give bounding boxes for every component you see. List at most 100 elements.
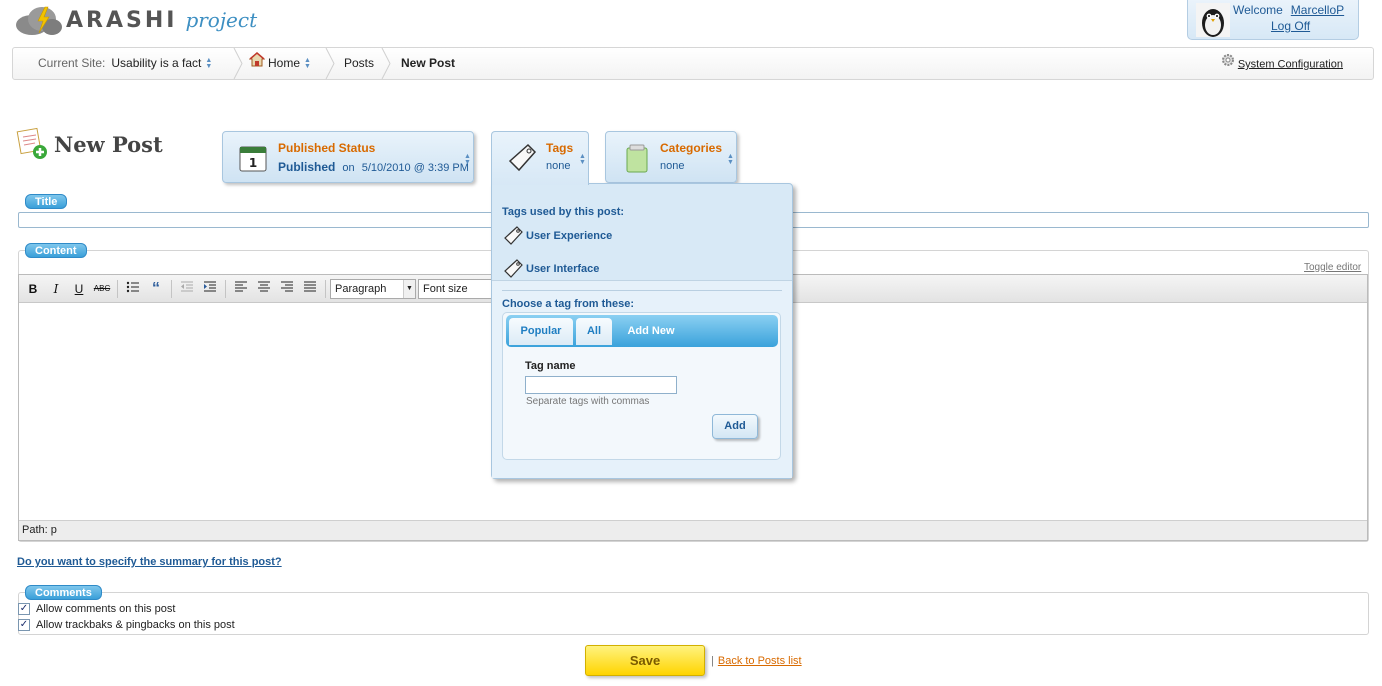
- breadcrumb-separator-icon: [381, 48, 391, 79]
- categories-value: none: [660, 160, 685, 172]
- underline-button[interactable]: U: [69, 280, 89, 298]
- tags-title: Tags: [546, 141, 574, 155]
- breadcrumb-posts[interactable]: Posts: [344, 48, 374, 79]
- fontsize-select[interactable]: Font size: [418, 279, 498, 299]
- tag-name-input[interactable]: [525, 376, 677, 394]
- cloud-logo-icon: [12, 3, 64, 37]
- fontsize-select-value: Font size: [423, 283, 468, 295]
- new-post-icon: [16, 126, 50, 163]
- tag-tabs-panel: Popular All Add New Tag name Separate ta…: [502, 312, 781, 460]
- back-link-group: | Back to Posts list: [711, 655, 802, 667]
- current-site-label: Current Site:: [38, 56, 106, 70]
- page-header: New Post: [16, 126, 163, 163]
- updown-arrows-icon: ▲ ▼: [579, 153, 586, 166]
- categories-box[interactable]: Categories none ▲ ▼: [605, 131, 737, 183]
- current-site-selector[interactable]: Current Site: Usability is a fact ▲ ▼: [38, 48, 213, 79]
- used-tag-item[interactable]: User Experience: [502, 225, 612, 247]
- bold-button[interactable]: B: [23, 280, 43, 298]
- tags-box[interactable]: Tags none ▲ ▼: [491, 131, 589, 185]
- welcome-label: Welcome: [1233, 3, 1283, 17]
- align-center-button[interactable]: [254, 280, 274, 298]
- align-left-button[interactable]: [231, 280, 251, 298]
- breadcrumb-home[interactable]: Home ▲ ▼: [248, 48, 311, 79]
- allow-comments-option[interactable]: ✓ Allow comments on this post: [18, 603, 175, 615]
- used-tags-heading: Tags used by this post:: [502, 206, 625, 218]
- align-right-button[interactable]: [277, 280, 297, 298]
- current-site-value: Usability is a fact: [111, 56, 202, 70]
- align-right-icon: [281, 281, 293, 292]
- app-logo[interactable]: ARASHI project: [12, 2, 257, 38]
- home-label: Home: [268, 56, 301, 70]
- tags-dropdown: Tags used by this post: User Experience …: [491, 183, 793, 479]
- logoff-link[interactable]: Log Off: [1271, 19, 1310, 33]
- logo-sub: project: [185, 8, 258, 32]
- toolbar-divider: [171, 280, 172, 298]
- allow-comments-checkbox[interactable]: ✓: [18, 603, 30, 615]
- folder-icon: [622, 142, 654, 174]
- indent-button[interactable]: [200, 280, 220, 298]
- allow-trackbacks-option[interactable]: ✓ Allow trackbaks & pingbacks on this po…: [18, 619, 235, 631]
- chevron-down-icon: ▼: [403, 280, 415, 298]
- tag-tabstrip: Popular All Add New: [506, 315, 778, 347]
- align-left-icon: [235, 281, 247, 292]
- status-on: on: [342, 162, 355, 174]
- tag-icon: [502, 225, 524, 247]
- bullet-list-button[interactable]: [123, 280, 143, 298]
- toggle-editor-link[interactable]: Toggle editor: [1304, 262, 1361, 273]
- updown-arrows-icon: ▲ ▼: [304, 56, 311, 70]
- gear-icon: [1221, 48, 1235, 81]
- tab-all[interactable]: All: [576, 318, 612, 345]
- blockquote-button[interactable]: “: [146, 280, 166, 298]
- choose-tag-heading: Choose a tag from these:: [502, 298, 635, 310]
- page-title: New Post: [54, 132, 163, 157]
- tag-icon: [502, 258, 524, 280]
- updown-arrows-icon: ▲ ▼: [464, 153, 471, 166]
- indent-icon: [204, 281, 216, 292]
- toolbar-divider: [325, 280, 326, 298]
- justify-icon: [304, 281, 316, 292]
- status-state: Published: [278, 160, 336, 174]
- breadcrumb-separator-icon: [325, 48, 335, 79]
- updown-arrows-icon: ▲ ▼: [205, 56, 213, 70]
- allow-trackbacks-checkbox[interactable]: ✓: [18, 619, 30, 631]
- add-tag-button[interactable]: Add: [712, 414, 758, 439]
- back-to-posts-link[interactable]: Back to Posts list: [718, 655, 802, 667]
- toolbar-divider: [117, 280, 118, 298]
- format-select[interactable]: Paragraph ▼: [330, 279, 416, 299]
- summary-link[interactable]: Do you want to specify the summary for t…: [17, 556, 282, 568]
- bullet-list-icon: [126, 281, 139, 293]
- used-tag-label: User Experience: [526, 230, 613, 242]
- svg-text:1: 1: [249, 156, 257, 170]
- categories-title: Categories: [660, 141, 723, 155]
- content-legend: Content: [25, 243, 87, 258]
- calendar-icon: 1: [237, 142, 269, 174]
- title-legend: Title: [25, 194, 68, 209]
- welcome-text: Welcome MarcelloP: [1233, 3, 1344, 17]
- published-status-box[interactable]: 1 Published Status Published on 5/10/201…: [222, 131, 474, 183]
- outdent-button[interactable]: [177, 280, 197, 298]
- home-icon: [248, 48, 266, 79]
- username-link[interactable]: MarcelloP: [1291, 3, 1344, 17]
- status-date: 5/10/2010 @ 3:39 PM: [361, 162, 469, 174]
- system-configuration-link[interactable]: System Configuration: [1238, 58, 1343, 70]
- strikethrough-button[interactable]: ABC: [92, 280, 112, 298]
- system-configuration[interactable]: System Configuration: [1221, 48, 1343, 79]
- editor-path: Path: p: [19, 520, 1367, 540]
- posts-label: Posts: [344, 56, 375, 70]
- avatar[interactable]: [1196, 3, 1230, 37]
- format-select-value: Paragraph: [335, 283, 387, 295]
- tab-add-new[interactable]: Add New: [614, 318, 688, 345]
- breadcrumb-current: New Post: [401, 56, 456, 70]
- logo-name: ARASHI: [66, 7, 178, 33]
- justify-button[interactable]: [300, 280, 320, 298]
- breadcrumb: Current Site: Usability is a fact ▲ ▼ Home ▲…: [12, 47, 1374, 80]
- save-button[interactable]: Save: [585, 645, 705, 676]
- used-tag-item[interactable]: User Interface: [502, 258, 599, 280]
- user-panel: Welcome MarcelloP Log Off: [1187, 0, 1359, 40]
- updown-arrows-icon: ▲ ▼: [727, 153, 734, 166]
- allow-trackbacks-label: Allow trackbaks & pingbacks on this post: [36, 619, 235, 631]
- align-center-icon: [258, 281, 270, 292]
- actions-separator: |: [711, 655, 714, 667]
- tab-popular[interactable]: Popular: [509, 318, 573, 345]
- italic-button[interactable]: I: [46, 280, 66, 298]
